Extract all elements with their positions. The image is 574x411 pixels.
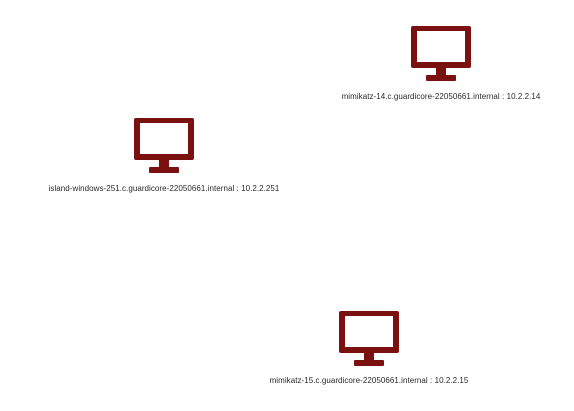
monitor-icon[interactable] <box>411 26 471 82</box>
monitor-icon[interactable] <box>134 118 194 174</box>
node-label: island-windows-251.c.guardicore-22050661… <box>48 184 280 193</box>
node-label: mimikatz-15.c.guardicore-22050661.intern… <box>269 376 469 385</box>
node-label: mimikatz-14.c.guardicore-22050661.intern… <box>341 92 541 101</box>
monitor-icon[interactable] <box>339 311 399 367</box>
